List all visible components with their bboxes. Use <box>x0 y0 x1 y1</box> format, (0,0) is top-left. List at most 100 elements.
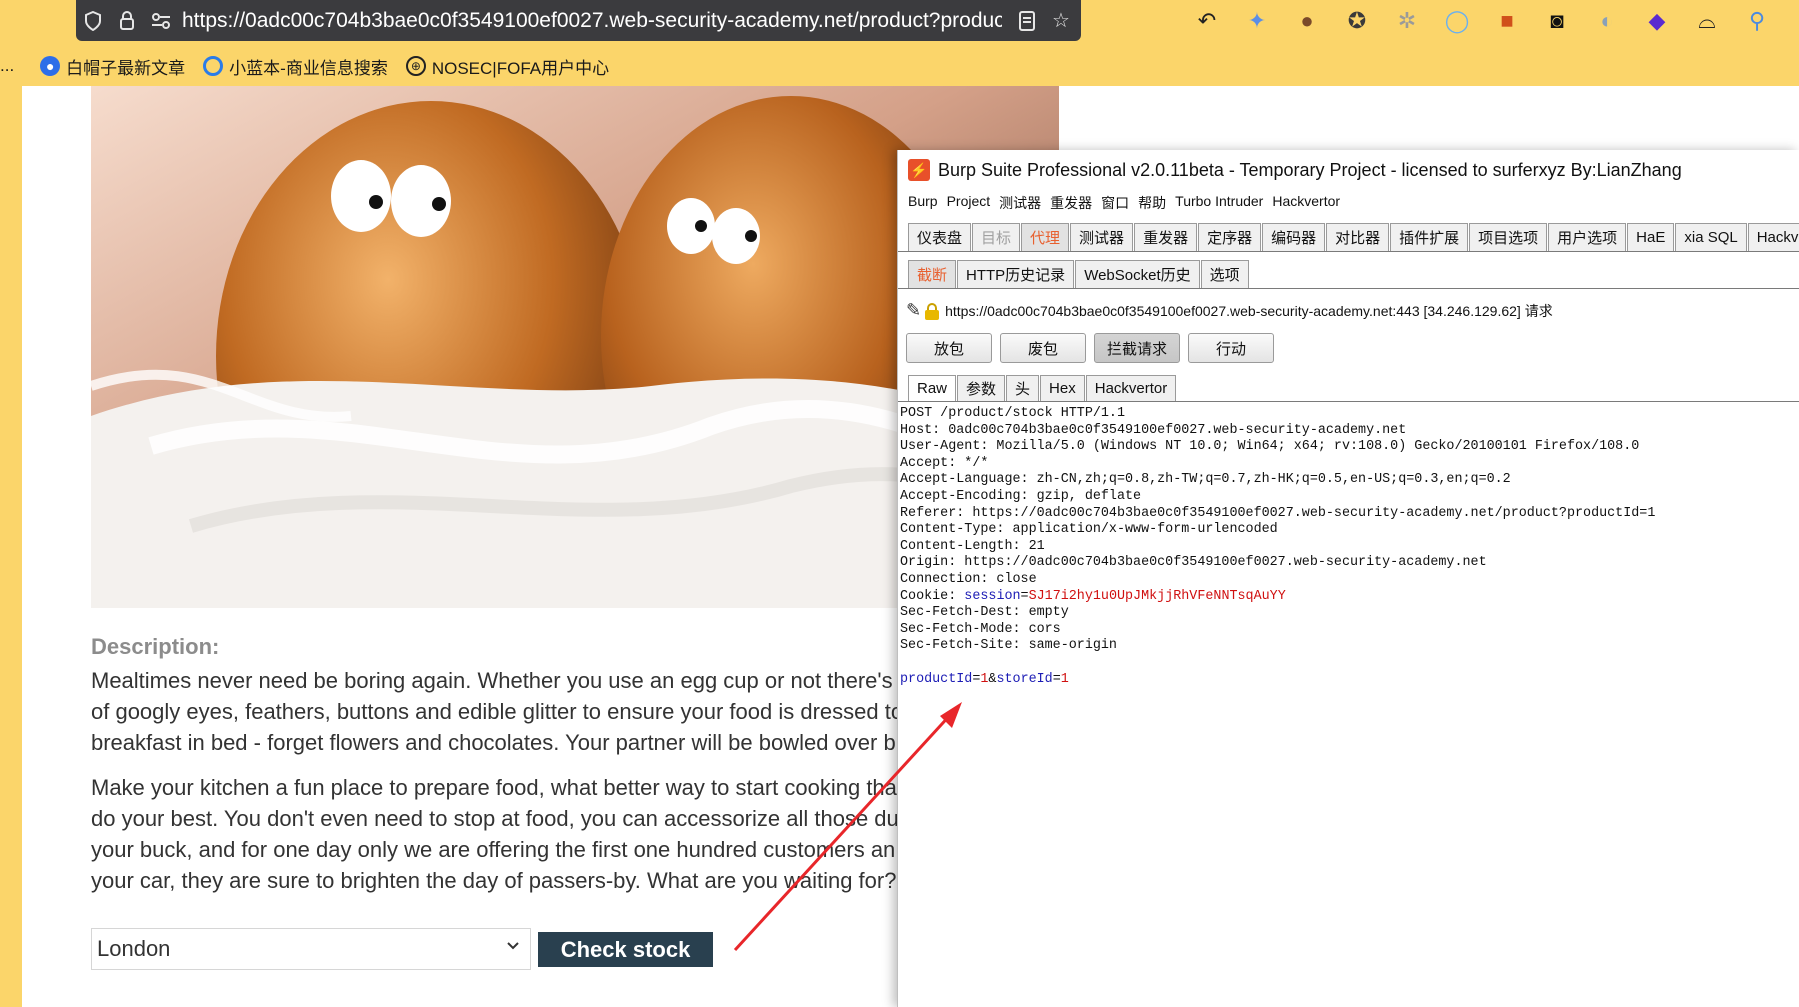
cookie-name: session <box>964 588 1021 604</box>
tab-hex[interactable]: Hex <box>1040 375 1085 401</box>
tab-target[interactable]: 目标 <box>972 223 1021 251</box>
tab-raw[interactable]: Raw <box>908 375 957 401</box>
tab-params[interactable]: 参数 <box>957 375 1006 401</box>
param-value: 1 <box>980 671 989 687</box>
browser-left-edge <box>0 0 22 1007</box>
tab-user-options[interactable]: 用户选项 <box>1548 223 1627 251</box>
menu-turbo-intruder[interactable]: Turbo Intruder <box>1175 193 1263 215</box>
paragraph-line: of googly eyes, feathers, buttons and ed… <box>91 699 901 724</box>
request-line: Origin: https://0adc00c704b3bae0c0f35491… <box>900 555 1487 571</box>
action-button[interactable]: 行动 <box>1188 333 1274 363</box>
puzzle-icon[interactable]: ✲ <box>1390 4 1424 38</box>
burp-logo-icon: ⚡ <box>908 159 930 181</box>
tab-dashboard[interactable]: 仪表盘 <box>908 223 972 251</box>
flame-icon: ● <box>40 56 61 76</box>
permissions-icon[interactable] <box>144 0 178 41</box>
tab-proxy-options[interactable]: 选项 <box>1200 260 1249 288</box>
hat-icon[interactable]: ⌓ <box>1690 4 1724 38</box>
tab-intruder[interactable]: 测试器 <box>1070 223 1134 251</box>
message-view-tabs: Raw 参数 头 Hex Hackvertor <box>898 372 1799 402</box>
address-bar[interactable]: https://0adc00c704b3bae0c0f3549100ef0027… <box>76 0 1081 41</box>
bookmark-fofa[interactable]: ⊕ NOSEC|FOFA用户中心 <box>405 54 610 79</box>
request-line: Content-Type: application/x-www-form-url… <box>900 522 1278 538</box>
toggle-icon[interactable]: ◐ <box>1590 4 1624 38</box>
tab-proxy[interactable]: 代理 <box>1021 223 1070 251</box>
request-line: Accept: */* <box>900 455 989 471</box>
paragraph-line: Mealtimes never need be boring again. Wh… <box>91 668 893 693</box>
tab-websocket-history[interactable]: WebSocket历史 <box>1075 260 1200 288</box>
request-line: User-Agent: Mozilla/5.0 (Windows NT 10.0… <box>900 439 1640 455</box>
menu-burp[interactable]: Burp <box>908 193 938 215</box>
store-select-value: London <box>97 936 171 961</box>
bookmark-label: 白帽子最新文章 <box>66 58 186 78</box>
tab-xia-sql[interactable]: xia SQL <box>1675 223 1747 251</box>
chevron-down-icon <box>506 938 520 957</box>
bookmark-label: NOSEC|FOFA用户中心 <box>431 58 610 78</box>
menu-repeater[interactable]: 重发器 <box>1050 193 1092 215</box>
bookmark-baimaozi[interactable]: ● 白帽子最新文章 <box>40 54 185 79</box>
bookmarks-overflow[interactable]: ... <box>0 56 14 76</box>
description-label: Description: <box>91 634 220 659</box>
diamond-icon[interactable]: ◆ <box>1640 4 1674 38</box>
request-line: Accept-Encoding: gzip, deflate <box>900 488 1142 504</box>
check-stock-button[interactable]: Check stock <box>538 932 713 967</box>
burp-main-tabs: 仪表盘 目标 代理 测试器 重发器 定序器 编码器 对比器 插件扩展 项目选项 … <box>898 220 1799 252</box>
request-line: Sec-Fetch-Mode: cors <box>900 621 1061 637</box>
menu-hackvertor[interactable]: Hackvertor <box>1272 193 1340 215</box>
param-name: productId <box>900 671 973 687</box>
cookie-line: Cookie: session=SJ17i2hy1u0UpJMkjjRhVFeN… <box>900 588 1286 604</box>
intercept-actions: 放包 废包 拦截请求 行动 <box>906 333 1274 363</box>
drop-button[interactable]: 废包 <box>1000 333 1086 363</box>
lock-icon[interactable] <box>110 0 144 41</box>
circle-icon[interactable]: ◯ <box>1440 4 1474 38</box>
request-line: Referer: https://0adc00c704b3bae0c0f3549… <box>900 505 1656 521</box>
tab-extender[interactable]: 插件扩展 <box>1390 223 1469 251</box>
param-value: 1 <box>1060 671 1069 687</box>
url-text[interactable]: https://0adc00c704b3bae0c0f3549100ef0027… <box>182 9 1002 33</box>
shield-icon[interactable] <box>76 0 110 41</box>
menu-project[interactable]: Project <box>947 193 991 215</box>
mask-icon[interactable]: ◙ <box>1540 4 1574 38</box>
menu-help[interactable]: 帮助 <box>1138 193 1166 215</box>
menu-window[interactable]: 窗口 <box>1101 193 1129 215</box>
cookie-value: SJ17i2hy1u0UpJMkjjRhVFeNNTsqAuYY <box>1028 588 1286 604</box>
description-paragraph-2: Make your kitchen a fun place to prepare… <box>91 772 901 896</box>
param-name: storeId <box>996 671 1053 687</box>
proxy-sub-tabs: 截断 HTTP历史记录 WebSocket历史 选项 <box>898 257 1799 289</box>
undo-arrow-icon[interactable]: ↶ <box>1190 4 1224 38</box>
bookmark-star-icon[interactable]: ✦ <box>1240 4 1274 38</box>
paragraph-line: your car, they are sure to brighten the … <box>91 868 897 893</box>
tab-comparer[interactable]: 对比器 <box>1326 223 1390 251</box>
cookie-icon[interactable]: ● <box>1290 4 1324 38</box>
pin-icon[interactable]: ⚲ <box>1740 4 1774 38</box>
bookmark-star-icon[interactable]: ☆ <box>1044 0 1078 41</box>
extension-toolbar: ↶ ✦ ● ✪ ✲ ◯ ■ ◙ ◐ ◆ ⌓ ⚲ <box>1190 4 1774 38</box>
cookie-alt-icon[interactable]: ✪ <box>1340 4 1374 38</box>
orange-square-icon[interactable]: ■ <box>1490 4 1524 38</box>
tab-sequencer[interactable]: 定序器 <box>1198 223 1262 251</box>
tab-hackvertor[interactable]: Hackvertor <box>1747 223 1799 251</box>
burp-suite-window: ⚡ Burp Suite Professional v2.0.11beta - … <box>897 150 1799 1007</box>
tab-intercept[interactable]: 截断 <box>908 260 957 288</box>
request-line: Sec-Fetch-Site: same-origin <box>900 638 1117 654</box>
store-select[interactable]: London <box>91 928 531 970</box>
request-target: https://0adc00c704b3bae0c0f3549100ef0027… <box>945 302 1553 319</box>
forward-button[interactable]: 放包 <box>906 333 992 363</box>
tab-project-options[interactable]: 项目选项 <box>1469 223 1548 251</box>
reader-view-icon[interactable] <box>1010 0 1044 41</box>
request-line: POST /product/stock HTTP/1.1 <box>900 406 1125 421</box>
tab-hae[interactable]: HaE <box>1627 223 1675 251</box>
tab-repeater[interactable]: 重发器 <box>1134 223 1198 251</box>
intercept-toggle-button[interactable]: 拦截请求 <box>1094 333 1180 363</box>
tab-decoder[interactable]: 编码器 <box>1262 223 1326 251</box>
pencil-icon[interactable]: ✎ <box>906 300 921 321</box>
bookmark-xiaolanben[interactable]: 小蓝本-商业信息搜索 <box>203 54 388 79</box>
raw-request-editor[interactable]: POST /product/stock HTTP/1.1 Host: 0adc00… <box>900 406 1798 688</box>
request-line: Content-Length: 21 <box>900 538 1045 554</box>
tab-http-history[interactable]: HTTP历史记录 <box>957 260 1075 288</box>
tab-headers[interactable]: 头 <box>1006 375 1040 401</box>
paragraph-line: Make your kitchen a fun place to prepare… <box>91 775 897 800</box>
tab-hackvertor-view[interactable]: Hackvertor <box>1085 375 1177 401</box>
menu-intruder[interactable]: 测试器 <box>999 193 1041 215</box>
